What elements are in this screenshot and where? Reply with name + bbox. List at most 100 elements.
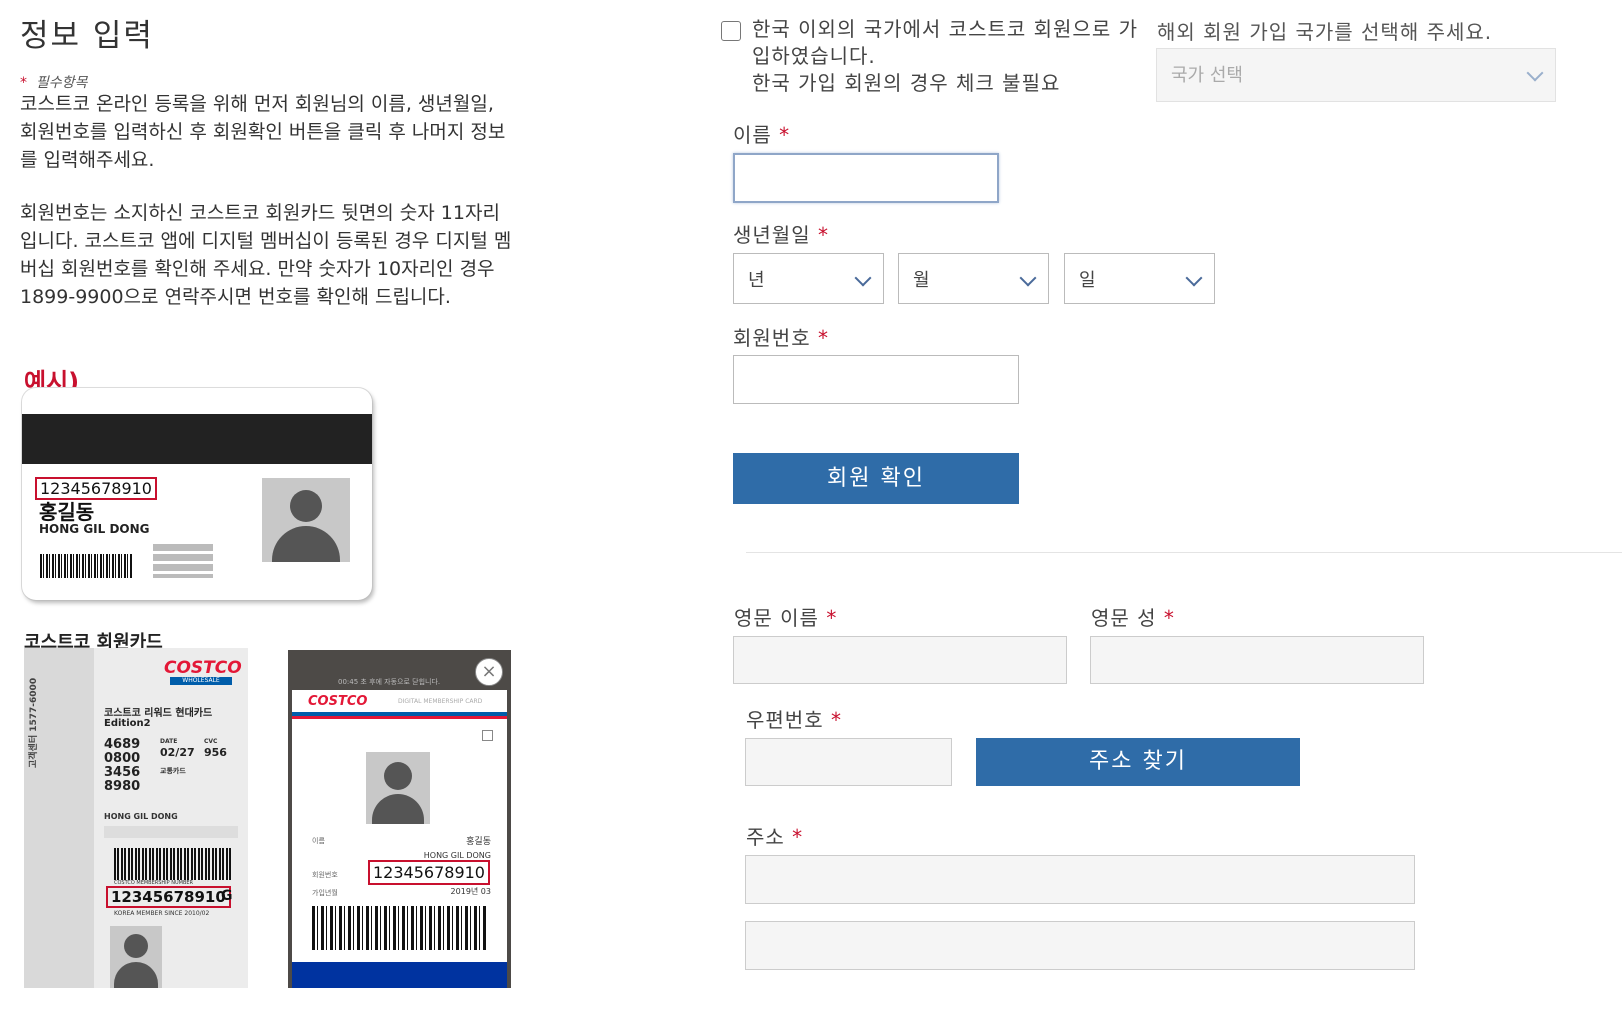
digital-card-image: 00:45 초 후에 자동으로 닫힙니다. × COSTCO DIGITAL M…	[288, 650, 511, 988]
birth-day-value: 일	[1079, 270, 1096, 291]
country-select[interactable]: 국가 선택	[1156, 48, 1556, 102]
chevron-down-icon	[854, 269, 872, 287]
photo-placeholder-icon	[110, 926, 162, 988]
copy-icon[interactable]	[482, 730, 493, 741]
eng-first-label-text: 영문 이름	[734, 606, 819, 630]
address-search-button[interactable]: 주소 찾기	[976, 738, 1300, 786]
card-holder: HONG GIL DONG	[104, 812, 178, 821]
birth-label-text: 생년월일	[733, 223, 811, 247]
joined-value: 2019년 03	[450, 887, 491, 896]
eng-first-name-input[interactable]	[733, 636, 1067, 684]
address-line2-input[interactable]	[745, 921, 1415, 970]
eng-last-field-label: 영문 성 *	[1091, 602, 1175, 631]
signature-strip	[104, 826, 238, 838]
cvc-value: 956	[204, 746, 227, 759]
card-edition: Edition2	[104, 718, 151, 729]
country-select-value: 국가 선택	[1171, 65, 1243, 86]
date-value: 02/27	[160, 746, 195, 759]
name-label-text: 이름	[733, 123, 772, 147]
close-icon[interactable]: ×	[475, 658, 503, 686]
birth-day-select[interactable]: 일	[1064, 253, 1215, 304]
birth-year-select[interactable]: 년	[733, 253, 884, 304]
section-divider	[746, 552, 1622, 553]
magnetic-block-icon	[153, 544, 213, 578]
eng-last-label-text: 영문 성	[1091, 606, 1157, 630]
barcode-icon	[114, 848, 232, 880]
digital-name-en: HONG GIL DONG	[423, 851, 491, 860]
name-label: 이름	[312, 837, 325, 845]
card-number-group: 0800	[104, 751, 141, 766]
page-title: 정보 입력	[20, 18, 154, 54]
birth-field-label: 생년월일 *	[733, 219, 829, 248]
card-number-block: 4689 0800 3456 8980	[104, 738, 140, 794]
postal-code-input[interactable]	[745, 738, 952, 786]
required-mark: *	[1163, 606, 1175, 630]
card-number-group: 3456	[104, 765, 141, 780]
intro-line: 코스트코 온라인 등록을 위해 먼저 회원님의 이름, 생년월일,	[20, 93, 494, 115]
required-mark: *	[830, 708, 842, 732]
intro-line: 회원번호를 입력하신 후 회원확인 버튼을 클릭 후 나머지 정보	[20, 121, 506, 143]
chevron-down-icon	[1185, 269, 1203, 287]
birth-month-select[interactable]: 월	[898, 253, 1049, 304]
member-suffix: G	[221, 888, 233, 904]
name-field-label: 이름 *	[733, 119, 790, 148]
barcode-icon	[40, 554, 132, 578]
member-no-field-label: 회원번호 *	[733, 322, 829, 351]
eng-last-name-input[interactable]	[1090, 636, 1424, 684]
address-label-text: 주소	[746, 825, 785, 849]
barcode-icon	[312, 906, 486, 950]
overseas-checkbox-label: 한국 이외의 국가에서 코스트코 회원으로 가 입하였습니다. 한국 가입 회원…	[752, 16, 1152, 97]
intro-line: 를 입력해주세요.	[20, 149, 155, 171]
digital-member-number: 12345678910	[368, 860, 490, 885]
date-label: DATE	[160, 738, 178, 745]
required-mark: *	[817, 223, 829, 247]
cvc-label: CVC	[204, 738, 218, 745]
required-mark: *	[779, 123, 791, 147]
digital-card-header: DIGITAL MEMBERSHIP CARD	[398, 698, 483, 705]
address-line1-input[interactable]	[745, 855, 1415, 904]
required-mark: *	[826, 606, 838, 630]
postal-label-text: 우편번호	[746, 708, 824, 732]
help-line: 버십 회원번호를 확인해 주세요. 만약 숫자가 10자리인 경우	[20, 258, 495, 280]
transit-label: 교통카드	[160, 767, 186, 775]
checkbox-label-line: 한국 가입 회원의 경우 체크 불필요	[752, 71, 1061, 95]
verify-member-button[interactable]: 회원 확인	[733, 453, 1019, 504]
costco-logo-sub: WHOLESALE	[170, 677, 232, 685]
member-no-label-text: 회원번호	[733, 326, 811, 350]
digital-name-kr: 홍길동	[466, 837, 491, 847]
card-name-en: HONG GIL DONG	[39, 522, 150, 536]
address-field-label: 주소 *	[746, 821, 803, 850]
member-number-help: 회원번호는 소지하신 코스트코 회원카드 뒷면의 숫자 11자리 입니다. 코스…	[20, 199, 580, 311]
required-note-text: 필수항목	[35, 75, 88, 91]
chevron-down-icon	[1019, 269, 1037, 287]
costco-logo-text: COSTCO	[164, 658, 242, 678]
credit-card-image: 고객센터 1577-6000 COSTCO WHOLESALE 코스트코 리워드…	[24, 648, 248, 988]
eng-first-field-label: 영문 이름 *	[734, 602, 837, 631]
required-mark: *	[20, 75, 27, 91]
magnetic-strip	[22, 414, 372, 464]
help-line: 입니다. 코스트코 앱에 디지털 멤버십이 등록된 경우 디지털 멤	[20, 230, 512, 252]
intro-text: 코스트코 온라인 등록을 위해 먼저 회원님의 이름, 생년월일, 회원번호를 …	[20, 90, 580, 174]
digital-card-timer: 00:45 초 후에 자동으로 닫힙니다.	[338, 678, 441, 686]
card-side-text: 고객센터 1577-6000	[29, 677, 39, 768]
checkbox-label-line: 입하였습니다.	[752, 44, 876, 68]
number-label: 회원번호	[312, 871, 338, 879]
postal-field-label: 우편번호 *	[746, 704, 842, 733]
required-mark: *	[817, 326, 829, 350]
birth-year-value: 년	[748, 270, 765, 291]
required-note: * 필수항목	[20, 72, 87, 92]
membership-card-image: 12345678910 홍길동 HONG GIL DONG	[22, 388, 372, 600]
birth-month-value: 월	[913, 270, 930, 291]
photo-placeholder-icon	[262, 478, 350, 562]
required-mark: *	[792, 825, 804, 849]
costco-logo-text: COSTCO	[308, 694, 368, 709]
digital-card-panel: COSTCO DIGITAL MEMBERSHIP CARD 이름 홍길동 HO…	[292, 690, 507, 988]
chevron-down-icon	[1526, 64, 1544, 82]
overseas-member-checkbox[interactable]	[721, 21, 741, 41]
card-member-number: 12345678910	[106, 886, 231, 908]
joined-label: 가입년월	[312, 889, 338, 897]
name-input[interactable]	[733, 153, 999, 203]
member-number-input[interactable]	[733, 355, 1019, 404]
card-number-group: 4689	[104, 737, 141, 752]
country-prompt: 해외 회원 가입 국가를 선택해 주세요.	[1157, 20, 1493, 44]
